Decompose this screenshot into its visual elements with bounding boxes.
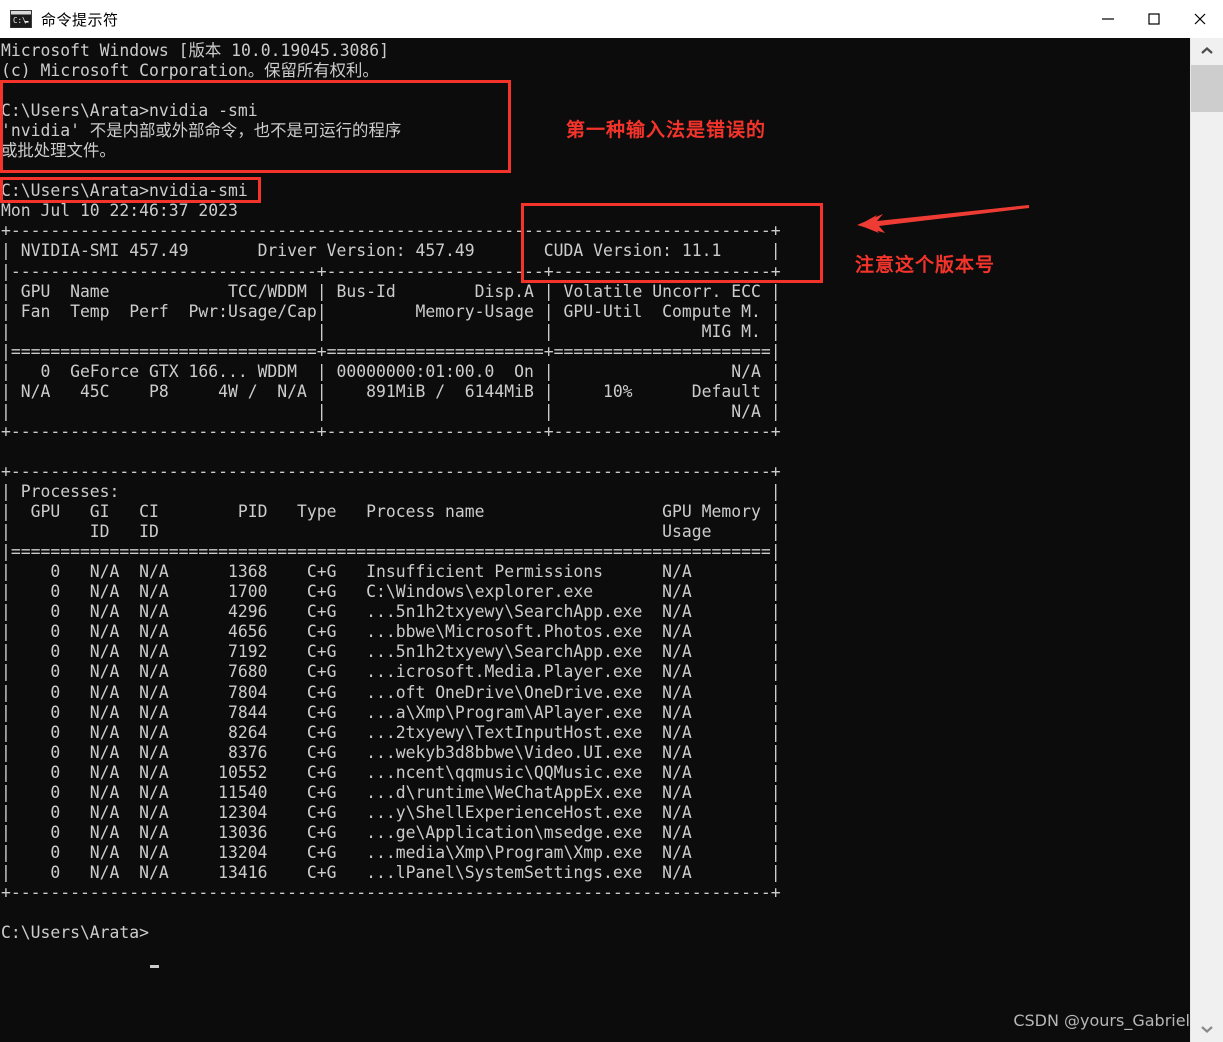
scrollbar-thumb[interactable]	[1191, 65, 1223, 112]
close-icon	[1194, 13, 1206, 25]
chevron-up-icon	[1201, 47, 1213, 54]
terminal-output: Microsoft Windows [版本 10.0.19045.3086] (…	[1, 41, 781, 943]
window-title: 命令提示符	[41, 10, 119, 29]
close-button[interactable]	[1177, 0, 1223, 38]
note-cuda-version: 注意这个版本号	[855, 254, 996, 276]
maximize-button[interactable]	[1131, 0, 1177, 38]
cmd-console-icon: C:\	[10, 10, 32, 28]
minimize-button[interactable]	[1085, 0, 1131, 38]
svg-text:C:\: C:\	[13, 16, 27, 25]
csdn-watermark: CSDN @yours_Gabriel	[1013, 1011, 1190, 1030]
scrollbar-down-button[interactable]	[1191, 1016, 1223, 1042]
window-titlebar[interactable]: C:\ 命令提示符	[0, 0, 1223, 38]
terminal-surface[interactable]: Microsoft Windows [版本 10.0.19045.3086] (…	[0, 38, 1190, 1042]
terminal-cursor	[150, 965, 159, 968]
maximize-icon	[1148, 13, 1160, 25]
minimize-icon	[1102, 18, 1114, 20]
console-area[interactable]: Microsoft Windows [版本 10.0.19045.3086] (…	[0, 38, 1223, 1042]
vertical-scrollbar[interactable]	[1190, 38, 1223, 1042]
scrollbar-up-button[interactable]	[1191, 38, 1223, 64]
chevron-down-icon	[1201, 1026, 1213, 1033]
note-wrong-input: 第一种输入法是错误的	[566, 119, 767, 141]
cmd-window: C:\ 命令提示符 Microsoft Windows [版本 10.0.190…	[0, 0, 1223, 1042]
